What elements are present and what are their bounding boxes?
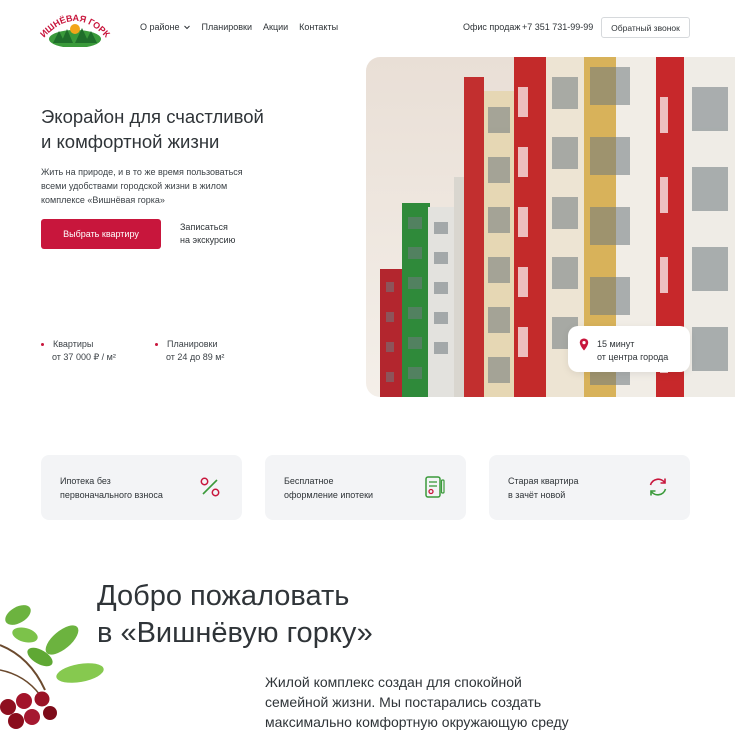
stat-label: Планировки (167, 339, 218, 349)
stat-layouts: Планировки от 24 до 89 м² (155, 338, 225, 364)
feature-card-mortgage[interactable]: Ипотека без первоначального взноса (41, 455, 242, 520)
feature-line: первоначального взноса (60, 490, 163, 500)
nav-item-label: Планировки (201, 22, 253, 32)
stat-apartments: Квартиры от 37 000 ₽ / м² (41, 338, 116, 364)
distance-card: 15 минут от центра города (568, 326, 690, 372)
book-tour-link[interactable]: Записаться на экскурсию (180, 221, 260, 247)
tour-line: Записаться (180, 222, 228, 232)
nav-item-label: Акции (263, 22, 289, 32)
chevron-down-icon (183, 25, 190, 30)
hero-desc-line: Жить на природе, и в то же время пользов… (41, 167, 243, 177)
feature-card-trade-in[interactable]: Старая квартира в зачёт новой (489, 455, 690, 520)
hero-desc-line: всеми удобствами городской жизни в жилом (41, 181, 228, 191)
stat-value: от 37 000 ₽ / м² (52, 352, 116, 362)
phone-link[interactable]: +7 351 731-99-99 (522, 22, 593, 32)
distance-text: 15 минут от центра города (597, 338, 668, 364)
feature-line: в зачёт новой (508, 490, 566, 500)
hero-desc-line: комплексе «Вишнёвая горка» (41, 195, 165, 205)
nav-item-promos[interactable]: Акции (263, 22, 288, 32)
feature-text: Бесплатное оформление ипотеки (284, 474, 373, 502)
feature-text: Ипотека без первоначального взноса (60, 474, 163, 502)
tour-line: на экскурсию (180, 235, 236, 245)
feature-text: Старая квартира в зачёт новой (508, 474, 579, 502)
main-nav: О районе Планировки Акции Контакты (140, 22, 338, 32)
feature-line: Бесплатное (284, 476, 334, 486)
nav-item-about[interactable]: О районе (140, 22, 191, 32)
location-pin-icon (579, 338, 589, 351)
percent-icon (200, 477, 220, 497)
welcome-title-line: в «Вишнёвую горку» (97, 617, 373, 649)
nav-item-label: О районе (140, 22, 180, 32)
office-label: Офис продаж (463, 22, 521, 32)
nav-item-label: Контакты (299, 22, 339, 32)
hero-title: Экорайон для счастливой и комфортной жиз… (41, 104, 341, 154)
refresh-icon (649, 478, 667, 496)
distance-line: от центра города (597, 352, 669, 362)
bullet-dot (155, 343, 158, 346)
document-icon (425, 476, 445, 498)
stat-label: Квартиры (53, 339, 94, 349)
hero-description: Жить на природе, и в то же время пользов… (41, 165, 291, 207)
distance-line: 15 минут (597, 339, 635, 349)
welcome-text: Жилой комплекс создан для спокойной семе… (265, 674, 569, 736)
feature-card-free-mortgage[interactable]: Бесплатное оформление ипотеки (265, 455, 466, 520)
nav-item-contacts[interactable]: Контакты (299, 22, 338, 32)
feature-line: Старая квартира (508, 476, 579, 486)
logo[interactable]: ВИШНЁВАЯ ГОРКА (36, 1, 112, 48)
nav-item-layouts[interactable]: Планировки (202, 22, 252, 32)
hero-title-line: и комфортной жизни (41, 131, 220, 152)
feature-line: Ипотека без (60, 476, 111, 486)
welcome-title: Добро пожаловать в «Вишнёвую горку» (97, 578, 373, 652)
choose-apartment-button[interactable]: Выбрать квартиру (41, 219, 161, 249)
callback-button[interactable]: Обратный звонок (601, 17, 690, 38)
feature-line: оформление ипотеки (284, 490, 374, 500)
cherry-branch-image (0, 605, 104, 729)
welcome-title-line: Добро пожаловать (97, 580, 350, 612)
bullet-dot (41, 343, 44, 346)
stat-value: от 24 до 89 м² (166, 352, 225, 362)
hero-title-line: Экорайон для счастливой (41, 106, 264, 127)
